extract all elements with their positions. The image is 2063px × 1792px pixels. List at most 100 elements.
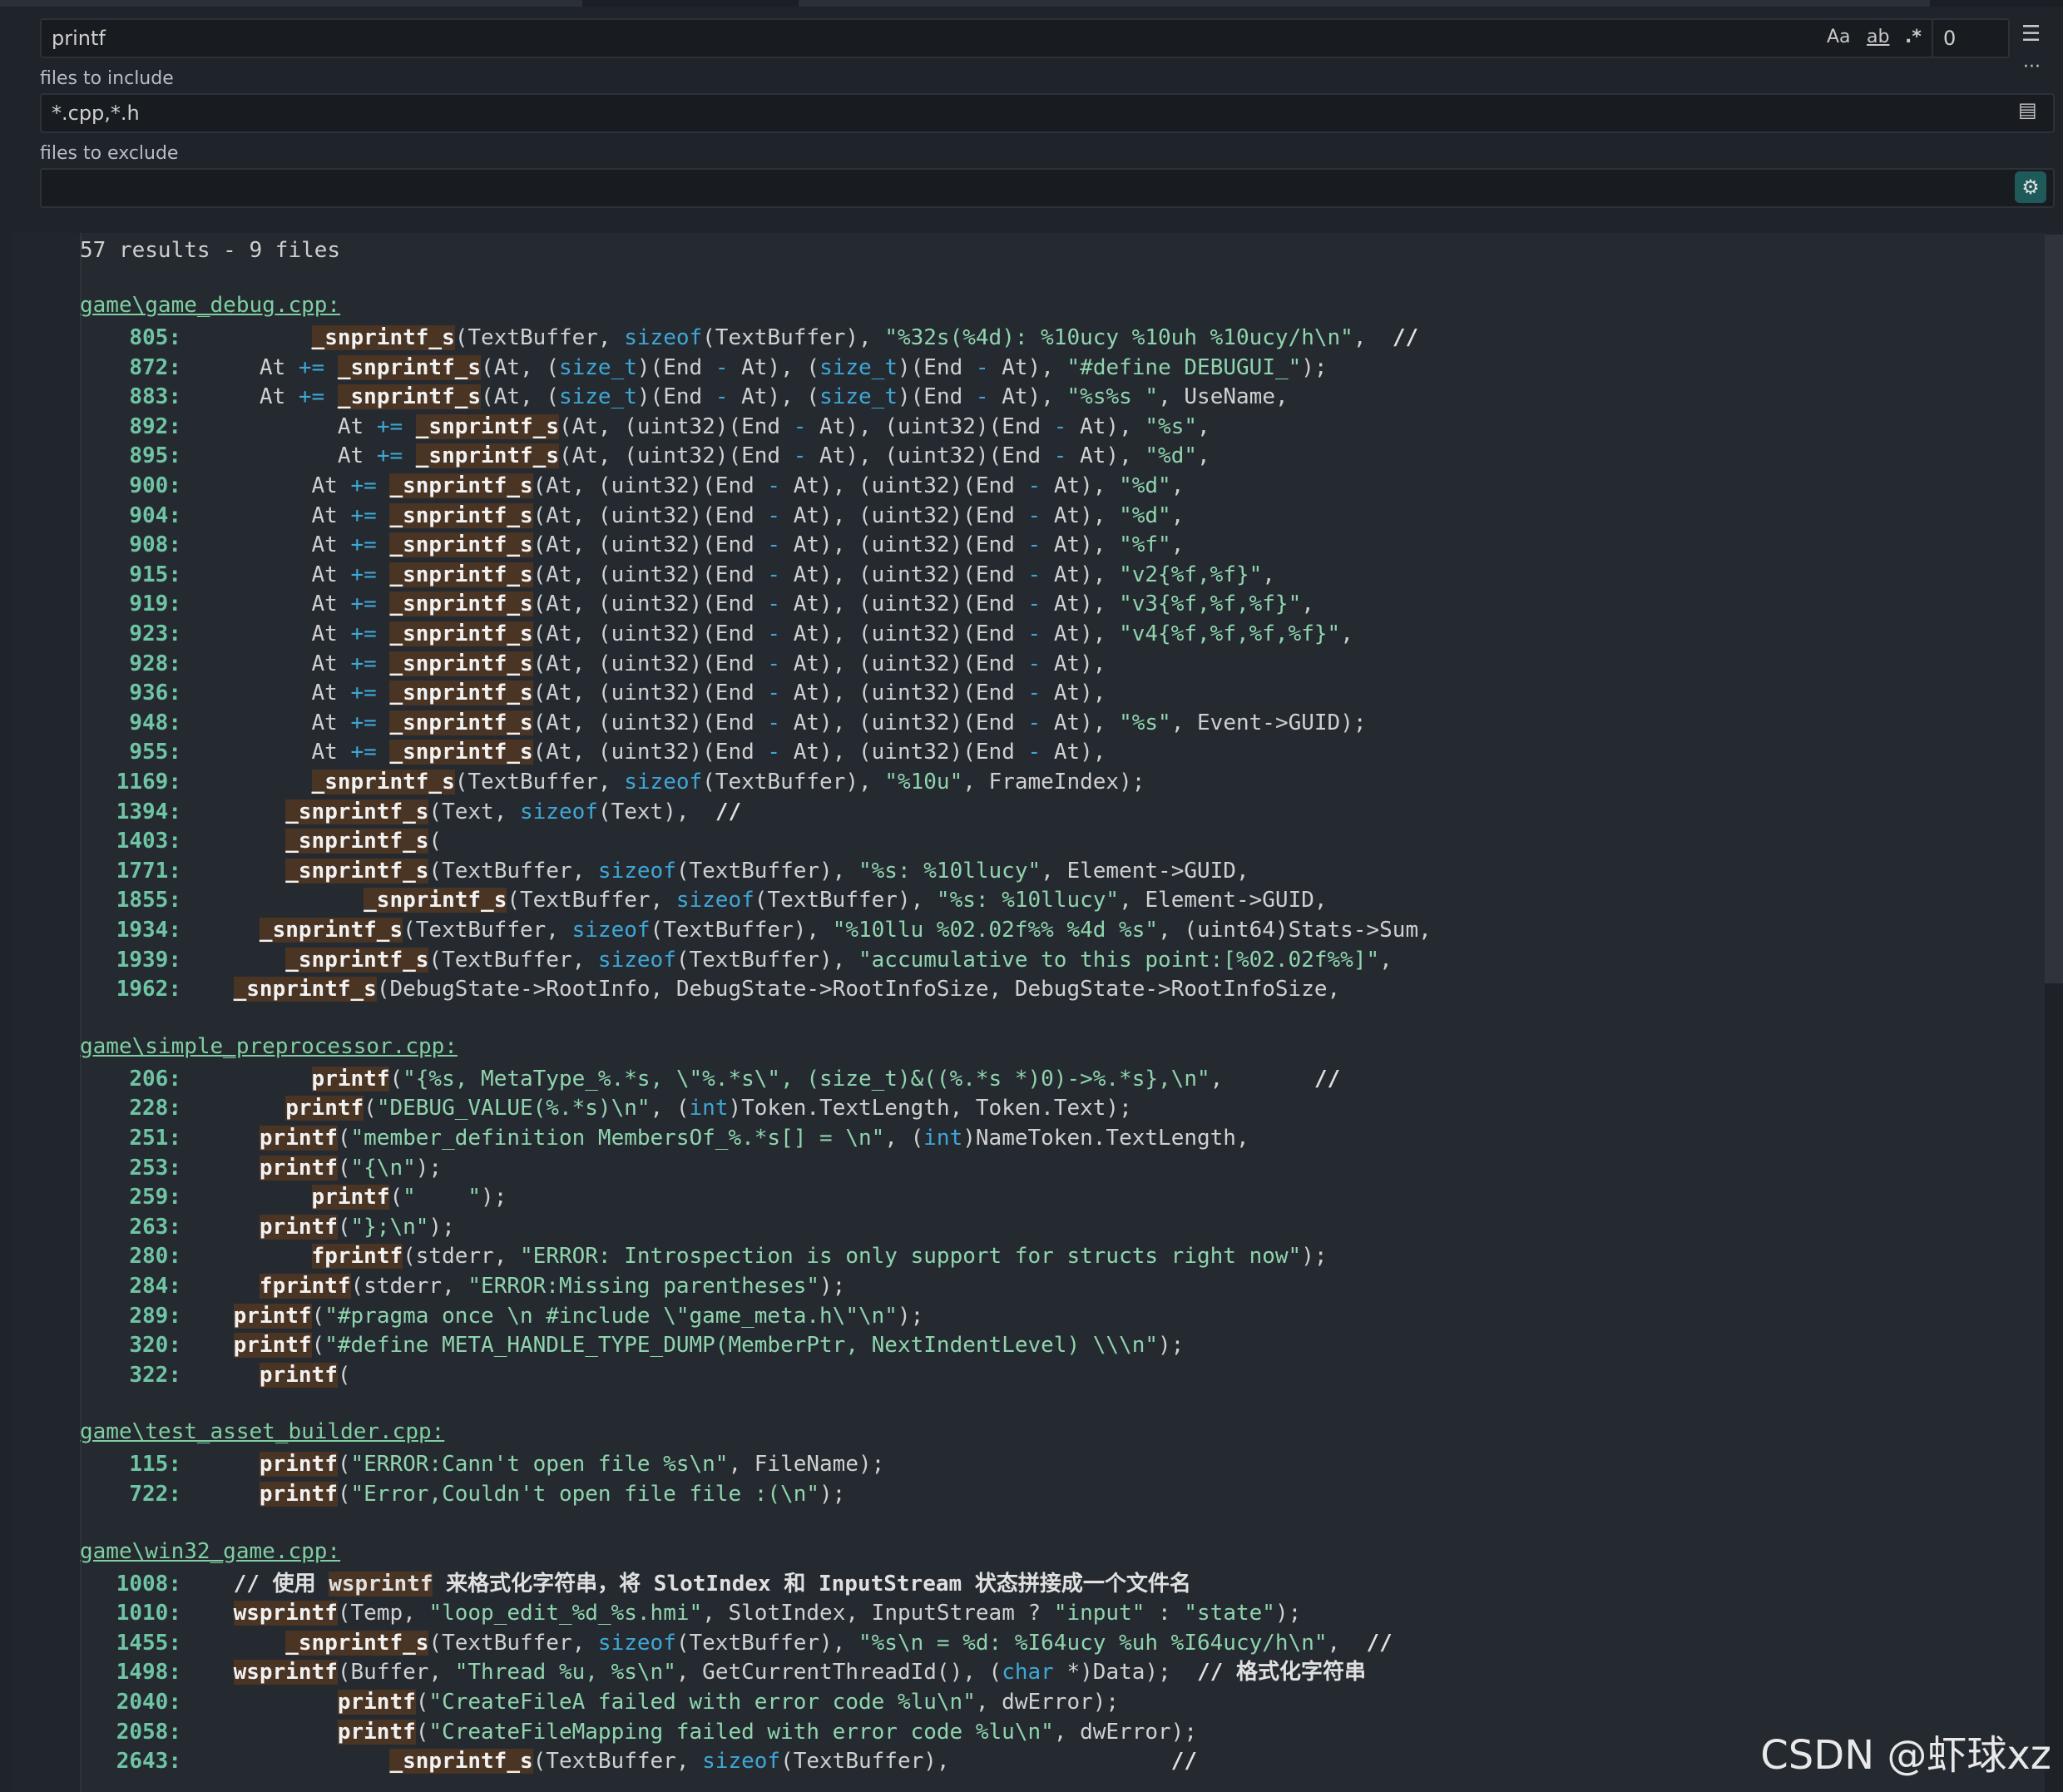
line-number: 1394: <box>116 799 181 824</box>
code-snippet: At += _snprintf_s(At, (uint32)(End - At)… <box>181 681 1106 706</box>
result-row[interactable]: 115: printf("ERROR:Cann't open file %s\n… <box>80 1449 884 1479</box>
result-row[interactable]: 1169: _snprintf_s(TextBuffer, sizeof(Tex… <box>80 767 1145 797</box>
whole-word-icon[interactable]: ab <box>1867 27 1889 47</box>
tab-segment <box>799 0 1930 7</box>
result-row[interactable]: 322: printf( <box>80 1360 351 1390</box>
match-case-icon[interactable]: Aa <box>1827 27 1851 47</box>
result-row[interactable]: 263: printf("};\n"); <box>80 1212 455 1242</box>
code-snippet: _snprintf_s(TextBuffer, sizeof(TextBuffe… <box>389 1749 1197 1775</box>
line-number: 1962: <box>116 977 181 1002</box>
result-row[interactable]: 228: printf("DEBUG_VALUE(%.*s)\n", (int)… <box>80 1093 1132 1123</box>
files-to-include-input[interactable]: *.cpp,*.h <box>40 93 2055 133</box>
result-row[interactable]: 883: At += _snprintf_s(At, (size_t)(End … <box>80 382 1289 412</box>
result-row[interactable]: 251: printf("member_definition MembersOf… <box>80 1123 1249 1153</box>
result-row[interactable]: 936: At += _snprintf_s(At, (uint32)(End … <box>80 678 1106 708</box>
code-snippet: At += _snprintf_s(At, (uint32)(End - At)… <box>181 651 1106 676</box>
result-row[interactable]: 2058: printf("CreateFileMapping failed w… <box>80 1717 1197 1747</box>
result-row[interactable]: 2643: _snprintf_s(TextBuffer, sizeof(Tex… <box>80 1746 1197 1776</box>
result-row[interactable]: 1403: _snprintf_s( <box>80 826 442 856</box>
code-snippet: At += _snprintf_s(At, (uint32)(End - At)… <box>181 532 1185 558</box>
result-row[interactable]: 1455: _snprintf_s(TextBuffer, sizeof(Tex… <box>80 1628 1393 1658</box>
more-options-icon[interactable]: ··· <box>2023 57 2041 77</box>
tab-segment <box>0 0 582 7</box>
file-path-link[interactable]: game\game_debug.cpp: <box>80 293 340 318</box>
file-path-link[interactable]: game\simple_preprocessor.cpp: <box>80 1034 458 1059</box>
code-snippet: printf("CreateFileMapping failed with er… <box>337 1719 1197 1745</box>
search-query: printf <box>52 27 106 50</box>
code-snippet: _snprintf_s(Text, sizeof(Text), // <box>285 799 742 824</box>
scrollbar-thumb[interactable] <box>2045 235 2063 983</box>
code-snippet: printf("#define META_HANDLE_TYPE_DUMP(Me… <box>233 1333 1185 1359</box>
code-snippet: _snprintf_s(TextBuffer, sizeof(TextBuffe… <box>285 947 1393 973</box>
use-exclude-settings-gear-icon[interactable]: ⚙ <box>2015 171 2046 203</box>
search-panel: printf Aa ab .* 0 ☰ ··· files to include… <box>12 7 2055 233</box>
code-snippet: fprintf(stderr, "ERROR:Missing parenthes… <box>259 1274 846 1299</box>
code-snippet: printf( <box>259 1362 351 1388</box>
line-number: 228: <box>129 1096 181 1121</box>
line-number: 955: <box>129 740 181 765</box>
line-number: 2643: <box>116 1749 181 1775</box>
code-snippet: printf("Error,Couldn't open file file :(… <box>259 1482 846 1507</box>
result-row[interactable]: 320: printf("#define META_HANDLE_TYPE_DU… <box>80 1330 1184 1360</box>
line-number: 2040: <box>116 1690 181 1715</box>
result-row[interactable]: 1939: _snprintf_s(TextBuffer, sizeof(Tex… <box>80 945 1393 975</box>
files-to-exclude-input[interactable] <box>40 168 2055 208</box>
file-path-link[interactable]: game\test_asset_builder.cpp: <box>80 1419 444 1444</box>
code-snippet: fprintf(stderr, "ERROR: Introspection is… <box>311 1244 1328 1270</box>
code-snippet: _snprintf_s( <box>285 829 443 854</box>
line-number: 115: <box>129 1452 181 1478</box>
line-number: 928: <box>129 651 181 676</box>
replace-value: 0 <box>1943 27 1957 50</box>
line-number: 1498: <box>116 1660 181 1686</box>
result-row[interactable]: 284: fprintf(stderr, "ERROR:Missing pare… <box>80 1271 845 1301</box>
line-number: 1855: <box>116 888 181 913</box>
result-row[interactable]: 895: At += _snprintf_s(At, (uint32)(End … <box>80 441 1210 471</box>
code-snippet: _snprintf_s(TextBuffer, sizeof(TextBuffe… <box>259 918 1432 943</box>
line-number: 923: <box>129 621 181 646</box>
code-snippet: At += _snprintf_s(At, (uint32)(End - At)… <box>181 592 1314 617</box>
result-row[interactable]: 1010: wsprintf(Temp, "loop_edit_%d_%s.hm… <box>80 1598 1301 1628</box>
code-snippet: _snprintf_s(TextBuffer, sizeof(TextBuffe… <box>285 1630 1393 1656</box>
result-row[interactable]: 289: printf("#pragma once \n #include \"… <box>80 1301 923 1331</box>
result-row[interactable]: 928: At += _snprintf_s(At, (uint32)(End … <box>80 649 1106 679</box>
code-snippet: printf("DEBUG_VALUE(%.*s)\n", (int)Token… <box>285 1096 1132 1121</box>
include-label: files to include <box>40 68 174 89</box>
result-row[interactable]: 872: At += _snprintf_s(At, (size_t)(End … <box>80 353 1328 383</box>
result-row[interactable]: 1008: // 使用 wsprintf 来格式化字符串，将 SlotIndex… <box>80 1569 1191 1599</box>
result-row[interactable]: 259: printf(" "); <box>80 1182 507 1212</box>
result-row[interactable]: 1934: _snprintf_s(TextBuffer, sizeof(Tex… <box>80 915 1432 945</box>
result-row[interactable]: 923: At += _snprintf_s(At, (uint32)(End … <box>80 619 1353 649</box>
open-editors-book-icon[interactable]: ▤ <box>2018 98 2037 121</box>
result-row[interactable]: 892: At += _snprintf_s(At, (uint32)(End … <box>80 412 1210 442</box>
regex-icon[interactable]: .* <box>1905 27 1922 47</box>
toggle-details-icon[interactable]: ☰ <box>2021 22 2041 47</box>
code-snippet: _snprintf_s(TextBuffer, sizeof(TextBuffe… <box>364 888 1328 913</box>
result-row[interactable]: 805: _snprintf_s(TextBuffer, sizeof(Text… <box>80 323 1418 353</box>
file-path-link[interactable]: game\win32_game.cpp: <box>80 1539 340 1564</box>
result-row[interactable]: 1962: _snprintf_s(DebugState->RootInfo, … <box>80 974 1340 1004</box>
line-number: 872: <box>129 354 181 380</box>
result-row[interactable]: 2040: printf("CreateFileA failed with er… <box>80 1687 1119 1717</box>
line-number: 2058: <box>116 1719 181 1745</box>
line-number: 251: <box>129 1126 181 1151</box>
result-row[interactable]: 919: At += _snprintf_s(At, (uint32)(End … <box>80 589 1314 619</box>
search-input[interactable]: printf <box>40 18 1935 58</box>
result-row[interactable]: 955: At += _snprintf_s(At, (uint32)(End … <box>80 737 1106 767</box>
result-row[interactable]: 722: printf("Error,Couldn't open file fi… <box>80 1479 845 1509</box>
result-row[interactable]: 1855: _snprintf_s(TextBuffer, sizeof(Tex… <box>80 885 1328 915</box>
result-row[interactable]: 904: At += _snprintf_s(At, (uint32)(End … <box>80 501 1184 531</box>
line-number: 900: <box>129 473 181 498</box>
result-row[interactable]: 1498: wsprintf(Buffer, "Thread %u, %s\n"… <box>80 1657 1366 1687</box>
result-row[interactable]: 1771: _snprintf_s(TextBuffer, sizeof(Tex… <box>80 856 1249 886</box>
result-row[interactable]: 280: fprintf(stderr, "ERROR: Introspecti… <box>80 1241 1328 1271</box>
result-row[interactable]: 206: printf("{%s, MetaType_%.*s, \"%.*s\… <box>80 1064 1340 1094</box>
result-row[interactable]: 253: printf("{\n"); <box>80 1153 442 1183</box>
code-snippet: At += _snprintf_s(At, (uint32)(End - At)… <box>181 710 1367 735</box>
result-row[interactable]: 908: At += _snprintf_s(At, (uint32)(End … <box>80 530 1184 560</box>
result-row[interactable]: 1394: _snprintf_s(Text, sizeof(Text), // <box>80 797 741 827</box>
result-row[interactable]: 948: At += _snprintf_s(At, (uint32)(End … <box>80 708 1367 738</box>
replace-input[interactable]: 0 <box>1932 18 2010 58</box>
result-row[interactable]: 915: At += _snprintf_s(At, (uint32)(End … <box>80 560 1275 590</box>
result-row[interactable]: 900: At += _snprintf_s(At, (uint32)(End … <box>80 471 1184 501</box>
results-summary: 57 results - 9 files <box>80 238 341 263</box>
